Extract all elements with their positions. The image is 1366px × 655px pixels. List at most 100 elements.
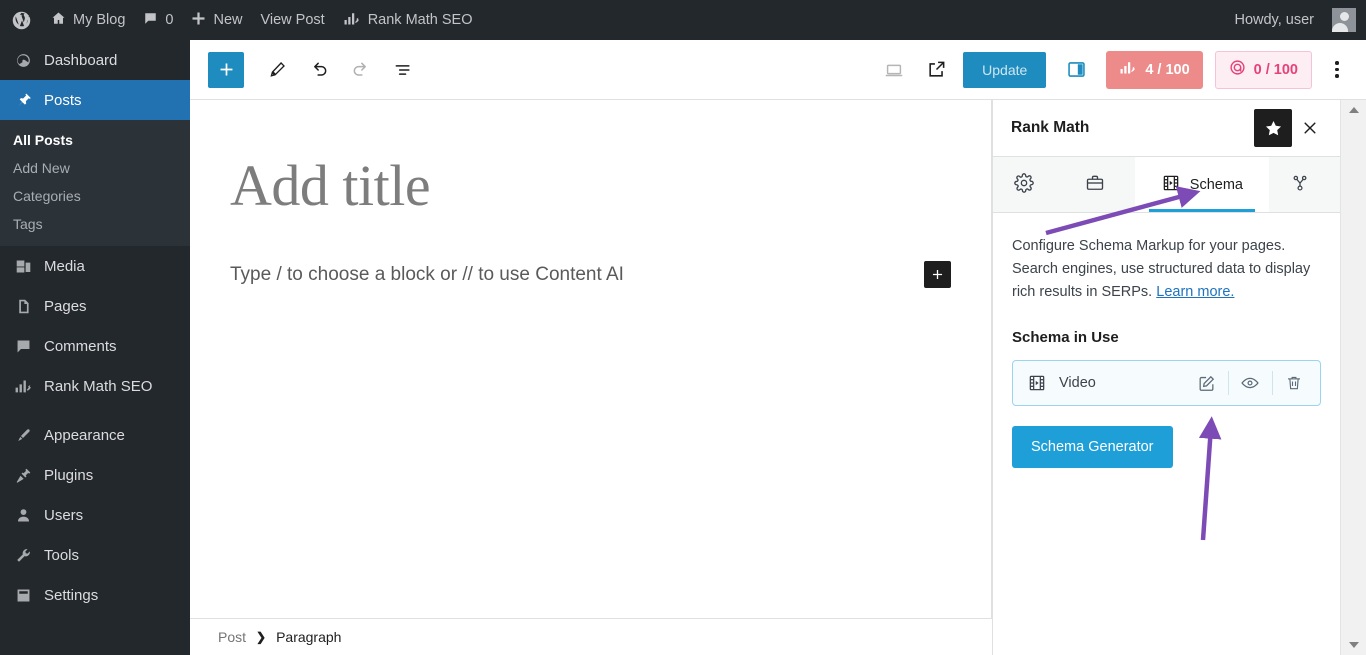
rankmath-icon [343,11,361,30]
content-ai-score-badge[interactable]: 0 / 100 [1214,50,1312,89]
tab-schema[interactable]: Schema [1134,157,1270,212]
tab-social[interactable] [1269,157,1340,212]
adminbar-account[interactable]: Howdy, user [1225,0,1366,40]
adminbar-item-view-post[interactable]: View Post [251,0,333,40]
seo-score-label: 4 / 100 [1145,61,1190,78]
schema-film-icon [1027,373,1047,393]
wordpress-logo-icon[interactable] [0,0,42,40]
rank-math-panel: Rank Math Schema Configure Schema Markup… [992,100,1340,655]
trash-icon[interactable] [1272,361,1316,405]
sidebar-item-appearance[interactable]: Appearance [0,415,190,455]
sidebar-item-label: Pages [44,297,87,315]
howdy-label: Howdy, user [1234,12,1314,28]
block-placeholder-text[interactable]: Type / to choose a block or // to use Co… [230,264,624,286]
sidebar-item-label: Tools [44,546,80,564]
adminbar-label: Rank Math SEO [367,12,473,28]
rank-math-title: Rank Math [1011,119,1090,136]
wrench-icon [13,547,33,564]
sidebar-item-label: Plugins [44,466,94,484]
comment-icon [13,338,33,355]
scroll-down-icon[interactable] [1341,635,1366,655]
pages-icon [13,298,33,315]
wp-admin-sidebar[interactable]: Dashboard Posts All Posts Add New Catego… [0,40,190,655]
briefcase-icon [1085,173,1105,197]
breadcrumb: Post ❯ Paragraph [190,618,992,655]
edit-pencil-icon[interactable] [1184,361,1228,405]
sidebar-subitem-add-new[interactable]: Add New [0,154,190,182]
sidebar-item-media[interactable]: Media [0,246,190,286]
tab-advanced[interactable] [1064,157,1135,212]
sidebar-subitem-tags[interactable]: Tags [0,210,190,238]
eye-icon[interactable] [1228,361,1272,405]
dashboard-icon [13,52,33,69]
rank-math-schema-body: Configure Schema Markup for your pages. … [993,213,1340,468]
seo-score-badge[interactable]: 4 / 100 [1106,50,1203,89]
list-view-button[interactable] [384,51,422,89]
brush-icon [13,427,33,444]
schema-generator-button[interactable]: Schema Generator [1012,426,1173,468]
sidebar-item-users[interactable]: Users [0,495,190,535]
tab-general[interactable] [993,157,1064,212]
sidebar-item-tools[interactable]: Tools [0,535,190,575]
learn-more-link[interactable]: Learn more. [1156,284,1234,300]
preview-button[interactable] [875,51,913,89]
editor-canvas: Add title Type / to choose a block or //… [190,100,992,618]
schema-item-label: Video [1059,375,1096,391]
content-ai-score-label: 0 / 100 [1253,61,1298,78]
sidebar-item-settings[interactable]: Settings [0,575,190,615]
empty-paragraph-block: Type / to choose a block or // to use Co… [230,261,951,288]
sidebar-item-label: Dashboard [44,51,118,69]
plus-icon [191,11,206,30]
adminbar-item-comments[interactable]: 0 [134,0,182,40]
kebab-dot [1335,67,1339,72]
sidebar-item-plugins[interactable]: Plugins [0,455,190,495]
close-icon[interactable] [1292,109,1328,147]
panel-scrollbar[interactable] [1340,100,1366,655]
sidebar-subitem-categories[interactable]: Categories [0,182,190,210]
sidebar-separator [0,406,190,415]
wordpress-editor-screen: My Blog 0 New View Post Rank Math SEO Ho… [0,0,1366,655]
editor-options-button[interactable] [1322,51,1352,89]
social-share-icon [1290,173,1310,197]
sidebar-item-label: Comments [44,337,117,355]
sidebar-item-rank-math-seo[interactable]: Rank Math SEO [0,366,190,406]
user-icon [13,507,33,524]
schema-description: Configure Schema Markup for your pages. … [1012,235,1321,304]
sidebar-item-label: Appearance [44,426,125,444]
schema-in-use-item[interactable]: Video [1012,360,1321,406]
post-title-input[interactable]: Add title [230,152,951,219]
adminbar-item-new[interactable]: New [182,0,251,40]
sidebar-subitem-all-posts[interactable]: All Posts [0,126,190,154]
star-icon[interactable] [1254,109,1292,147]
sidebar-item-label: Posts [44,91,82,109]
adminbar-item-my-blog[interactable]: My Blog [42,0,134,40]
sidebar-item-dashboard[interactable]: Dashboard [0,40,190,80]
tools-pencil-button[interactable] [258,51,296,89]
plug-icon [13,467,33,484]
kebab-dot [1335,74,1339,78]
breadcrumb-item-paragraph[interactable]: Paragraph [276,629,341,645]
user-avatar-icon [1332,8,1356,32]
sidebar-item-label: Users [44,506,84,524]
sidebar-item-comments[interactable]: Comments [0,326,190,366]
adminbar-item-rank-math-seo[interactable]: Rank Math SEO [334,0,482,40]
add-block-button[interactable] [208,51,244,88]
settings-icon [13,587,33,604]
scroll-up-icon[interactable] [1341,100,1366,120]
view-post-button[interactable] [917,51,955,89]
comment-icon [143,11,158,30]
breadcrumb-item-post[interactable]: Post [218,629,246,645]
sidebar-item-label: Settings [44,586,99,604]
sidebar-item-posts[interactable]: Posts [0,80,190,120]
content-ai-icon [1229,59,1246,80]
block-appender-button[interactable] [924,261,951,288]
update-button[interactable]: Update [963,51,1047,88]
sidebar-item-pages[interactable]: Pages [0,286,190,326]
rank-math-panel-header: Rank Math [993,100,1340,157]
sidebar-item-label: Rank Math SEO [44,377,153,395]
settings-sidebar-toggle[interactable] [1058,52,1094,88]
home-icon [51,11,66,30]
undo-button[interactable] [300,51,338,89]
redo-button[interactable] [342,51,380,89]
tab-label: Schema [1189,176,1243,193]
